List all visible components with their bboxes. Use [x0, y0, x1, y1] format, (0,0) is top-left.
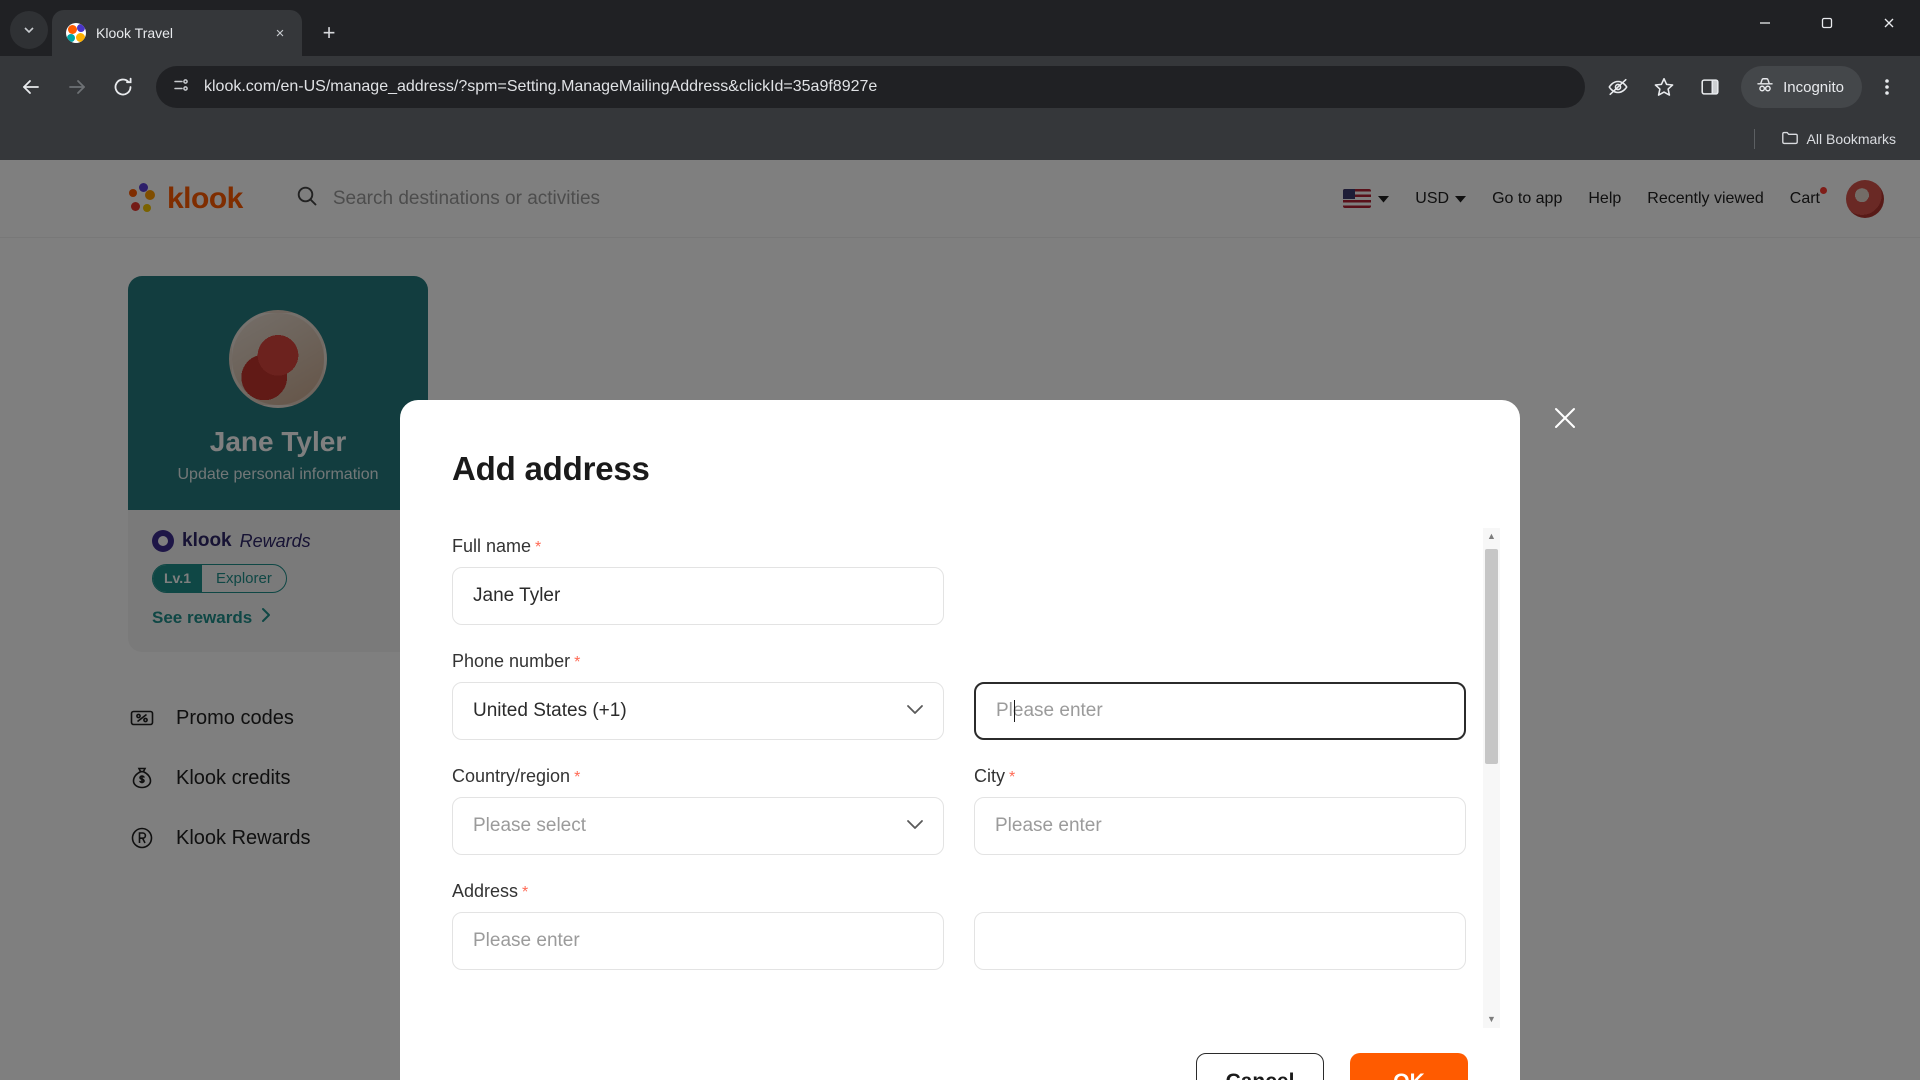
- form-row-phone: Phone number * United States (+1) Please…: [452, 651, 1468, 740]
- chevron-down-icon: [905, 815, 925, 837]
- field-address: Address * Please enter: [452, 881, 944, 970]
- window-maximize-button[interactable]: [1796, 0, 1858, 46]
- field-label-text: City: [974, 766, 1005, 786]
- field-label-text: Phone number: [452, 651, 571, 671]
- address-input[interactable]: Please enter: [452, 912, 944, 970]
- bookmarks-divider: [1753, 129, 1755, 149]
- field-label-text: Address: [452, 881, 519, 901]
- field-city: City * Please enter: [974, 766, 1466, 855]
- scrollbar-up-arrow[interactable]: ▲: [1487, 528, 1496, 545]
- field-full-name: Full name * Jane Tyler: [452, 536, 944, 625]
- field-label-text: Country/region: [452, 766, 571, 786]
- form-row-country-city: Country/region * Please select City * Pl…: [452, 766, 1468, 855]
- reload-button[interactable]: [102, 66, 144, 108]
- modal-title: Add address: [452, 450, 650, 487]
- browser-tab-strip: Klook Travel × +: [0, 0, 1920, 56]
- tab-search-button[interactable]: [10, 11, 48, 49]
- cancel-button[interactable]: Cancel: [1196, 1053, 1324, 1080]
- modal-close-button[interactable]: [1545, 398, 1585, 438]
- full-name-input[interactable]: Jane Tyler: [452, 567, 944, 625]
- form-row-address: Address * Please enter: [452, 881, 1468, 970]
- web-page: klook Search destinations or activities …: [0, 160, 1920, 1080]
- required-marker: *: [522, 884, 529, 901]
- field-label: Full name *: [452, 536, 944, 557]
- field-label: Phone number *: [452, 651, 944, 672]
- phone-number-input[interactable]: Please enter: [974, 682, 1466, 740]
- incognito-label: Incognito: [1783, 78, 1844, 96]
- field-phone-number: Please enter: [974, 651, 1466, 740]
- browser-tab[interactable]: Klook Travel ×: [52, 10, 302, 56]
- scrollbar-down-arrow[interactable]: ▼: [1487, 1011, 1496, 1028]
- tab-close-icon[interactable]: ×: [268, 21, 292, 45]
- modal-scrollbar[interactable]: ▲ ▼: [1483, 528, 1500, 1028]
- required-marker: *: [574, 769, 581, 786]
- phone-number-placeholder: Please enter: [996, 700, 1103, 721]
- modal-form: Full name * Jane Tyler Phone number * Un…: [400, 488, 1520, 1028]
- back-button[interactable]: [10, 66, 52, 108]
- field-label: City *: [974, 766, 1466, 787]
- tab-title: Klook Travel: [96, 25, 174, 41]
- field-country-region: Country/region * Please select: [452, 766, 944, 855]
- klook-favicon-icon: [66, 23, 86, 43]
- address-bar[interactable]: klook.com/en-US/manage_address/?spm=Sett…: [156, 66, 1586, 108]
- chevron-down-icon: [905, 700, 925, 722]
- country-region-placeholder: Please select: [473, 815, 587, 836]
- address-secondary-input[interactable]: [974, 912, 1466, 970]
- required-marker: *: [574, 654, 581, 671]
- window-minimize-button[interactable]: [1734, 0, 1796, 46]
- forward-button[interactable]: [56, 66, 98, 108]
- field-address-secondary: [974, 881, 1466, 970]
- browser-toolbar: klook.com/en-US/manage_address/?spm=Sett…: [0, 56, 1920, 118]
- field-label: Address *: [452, 881, 944, 902]
- new-tab-button[interactable]: +: [312, 16, 346, 50]
- country-region-select[interactable]: Please select: [452, 797, 944, 855]
- phone-country-value: United States (+1): [473, 700, 627, 721]
- side-panel-icon[interactable]: [1689, 66, 1731, 108]
- form-row-full-name: Full name * Jane Tyler: [452, 536, 1468, 625]
- incognito-hat-icon: [1755, 75, 1775, 99]
- window-close-button[interactable]: [1858, 0, 1920, 46]
- scrollbar-track[interactable]: [1483, 545, 1500, 1011]
- scrollbar-thumb[interactable]: [1485, 549, 1498, 764]
- add-address-modal: Add address Full name * Jane Tyler Phone…: [400, 400, 1520, 1080]
- field-label-text: Full name: [452, 536, 532, 556]
- required-marker: *: [535, 539, 542, 556]
- bookmark-star-icon[interactable]: [1643, 66, 1685, 108]
- modal-footer: Cancel OK: [400, 1028, 1520, 1080]
- incognito-indicator[interactable]: Incognito: [1741, 66, 1862, 108]
- all-bookmarks-button[interactable]: All Bookmarks: [1773, 123, 1904, 156]
- window-controls: [1734, 0, 1920, 46]
- address-placeholder: Please enter: [473, 930, 580, 951]
- field-label: Country/region *: [452, 766, 944, 787]
- page-info-icon[interactable]: [172, 76, 190, 99]
- ok-button[interactable]: OK: [1350, 1053, 1468, 1080]
- browser-window: Klook Travel × + klook.com/en-US/manage_…: [0, 0, 1920, 1080]
- field-phone-country: Phone number * United States (+1): [452, 651, 944, 740]
- eye-off-icon[interactable]: [1597, 66, 1639, 108]
- all-bookmarks-label: All Bookmarks: [1806, 131, 1896, 147]
- city-input[interactable]: Please enter: [974, 797, 1466, 855]
- url-text: klook.com/en-US/manage_address/?spm=Sett…: [204, 78, 878, 95]
- full-name-value: Jane Tyler: [473, 585, 561, 606]
- text-caret: [1014, 700, 1015, 722]
- city-placeholder: Please enter: [995, 815, 1102, 836]
- required-marker: *: [1009, 769, 1016, 786]
- phone-country-select[interactable]: United States (+1): [452, 682, 944, 740]
- folder-icon: [1781, 129, 1799, 150]
- three-dot-menu-icon[interactable]: [1866, 66, 1908, 108]
- bookmarks-bar: All Bookmarks: [0, 118, 1920, 160]
